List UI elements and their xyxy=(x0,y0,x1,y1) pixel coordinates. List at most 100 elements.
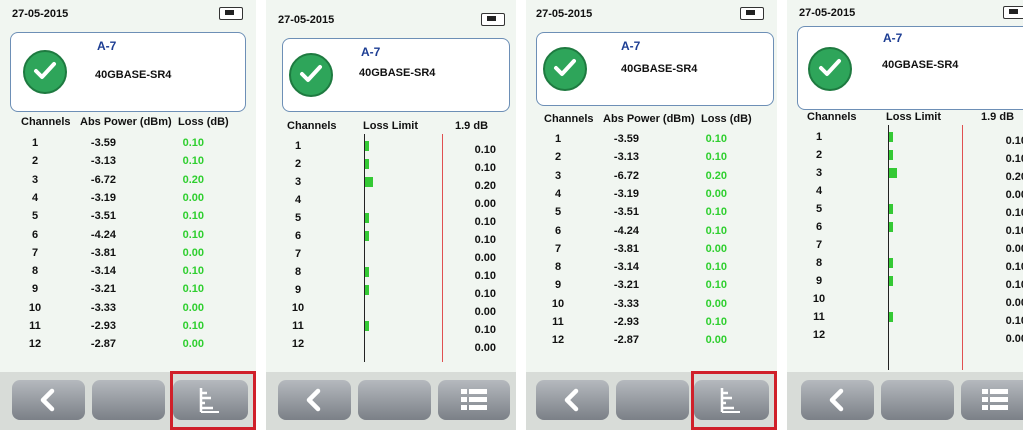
abs-power-value: -4.24 xyxy=(90,228,116,241)
date-label: 27-05-2015 xyxy=(536,8,593,20)
loss-value: 0.10 xyxy=(1005,261,1023,273)
date-label: 27-05-2015 xyxy=(799,7,856,19)
loss-value: 0.10 xyxy=(705,279,727,292)
channel-number: 5 xyxy=(294,212,302,224)
channel-number: 6 xyxy=(554,224,562,237)
channel-number: 4 xyxy=(31,191,39,204)
loss-value: 0.00 xyxy=(474,342,496,354)
col-header-limit-value: 1.9 dB xyxy=(981,111,1015,123)
loss-value: 0.00 xyxy=(705,297,727,310)
screen-table-2: 27-05-2015 A-7 40GBASE-SR4 Channels Abs … xyxy=(526,0,777,430)
loss-value: 0.10 xyxy=(705,206,727,219)
loss-value: 0.10 xyxy=(474,216,496,228)
channel-number: 4 xyxy=(815,185,823,197)
loss-value: 0.00 xyxy=(1005,189,1023,201)
channel-number: 11 xyxy=(29,320,41,332)
loss-value: 0.10 xyxy=(705,316,727,328)
loss-value: 0.10 xyxy=(1005,225,1023,237)
highlight-box xyxy=(170,371,256,430)
loss-value: 0.10 xyxy=(182,283,204,296)
loss-value: 0.10 xyxy=(474,324,496,336)
loss-value: 0.10 xyxy=(182,137,204,149)
loss-value: 0.10 xyxy=(1005,315,1023,327)
loss-bar xyxy=(889,132,893,142)
list-icon xyxy=(982,389,1008,410)
chevron-left-icon xyxy=(829,388,844,412)
channel-number: 6 xyxy=(815,221,823,233)
channel-number: 10 xyxy=(28,301,42,314)
battery-icon xyxy=(219,7,243,20)
back-button[interactable] xyxy=(801,380,874,420)
blank-button[interactable] xyxy=(358,380,431,420)
table-view-button[interactable] xyxy=(438,380,510,420)
loss-bar xyxy=(365,231,370,241)
back-button[interactable] xyxy=(536,380,609,420)
abs-power-value: -3.33 xyxy=(90,301,116,314)
col-header-loss-limit: Loss Limit xyxy=(886,111,942,123)
date-label: 27-05-2015 xyxy=(278,14,335,26)
graph-axis xyxy=(888,125,889,370)
list-icon xyxy=(461,389,487,410)
pass-check-icon xyxy=(23,50,67,94)
loss-value: 0.10 xyxy=(705,224,727,237)
abs-power-value: -3.59 xyxy=(613,133,639,145)
loss-value: 0.20 xyxy=(182,173,204,186)
col-header-loss: Loss (dB) xyxy=(701,113,752,125)
screen-graph-2: 27-05-2015 A-7 40GBASE-SR4 Channels Loss… xyxy=(787,0,1023,430)
battery-icon xyxy=(740,7,764,20)
battery-icon xyxy=(481,13,505,26)
abs-power-value: -6.72 xyxy=(90,173,116,186)
channel-number: 5 xyxy=(815,203,823,215)
loss-bar xyxy=(889,168,897,178)
abs-power-value: -6.72 xyxy=(613,169,639,182)
channel-number: 5 xyxy=(31,210,39,223)
loss-value: 0.10 xyxy=(182,228,204,241)
channel-number: 12 xyxy=(291,338,305,350)
channel-number: 8 xyxy=(815,257,823,269)
result-standard: 40GBASE-SR4 xyxy=(621,63,698,75)
loss-value: 0.00 xyxy=(705,334,727,347)
abs-power-value: -3.21 xyxy=(613,279,639,292)
channel-number: 9 xyxy=(815,275,823,287)
blank-button[interactable] xyxy=(92,380,165,420)
channel-number: 10 xyxy=(812,293,826,305)
loss-bar xyxy=(365,267,370,277)
result-card: A-7 40GBASE-SR4 xyxy=(10,32,246,112)
blank-button[interactable] xyxy=(881,380,954,420)
loss-bar xyxy=(889,258,893,268)
back-button[interactable] xyxy=(12,380,85,420)
loss-value: 0.00 xyxy=(1005,297,1023,309)
col-header-loss-limit: Loss Limit xyxy=(363,120,419,132)
loss-value: 0.00 xyxy=(474,306,496,318)
loss-value: 0.10 xyxy=(705,261,727,274)
result-name: A-7 xyxy=(621,39,641,53)
abs-power-value: -3.13 xyxy=(90,155,116,168)
table-view-button[interactable] xyxy=(961,380,1023,420)
loss-bar xyxy=(365,177,374,187)
abs-power-value: -3.21 xyxy=(90,283,116,296)
channel-number: 8 xyxy=(294,266,302,278)
channel-number: 7 xyxy=(31,246,39,259)
loss-value: 0.20 xyxy=(1005,171,1023,183)
loss-value: 0.00 xyxy=(1005,243,1023,255)
abs-power-value: -3.14 xyxy=(90,265,116,278)
bottom-bar xyxy=(266,372,516,430)
abs-power-value: -3.81 xyxy=(90,246,116,259)
channel-number: 12 xyxy=(812,329,826,341)
abs-power-value: -2.87 xyxy=(613,334,639,347)
loss-bar xyxy=(889,276,893,286)
channel-number: 3 xyxy=(294,176,302,188)
abs-power-value: -3.59 xyxy=(90,137,116,149)
loss-limit-line xyxy=(962,125,963,370)
screen-table-1: 27-05-2015 A-7 40GBASE-SR4 Channels Abs … xyxy=(0,0,256,430)
loss-bar xyxy=(365,141,370,151)
channel-number: 2 xyxy=(554,151,562,164)
channel-number: 1 xyxy=(294,140,302,152)
col-header-channels: Channels xyxy=(21,116,71,128)
loss-value: 0.10 xyxy=(474,162,496,174)
channel-number: 11 xyxy=(813,311,825,323)
back-button[interactable] xyxy=(278,380,351,420)
blank-button[interactable] xyxy=(616,380,689,420)
channel-number: 4 xyxy=(294,194,302,206)
loss-bar xyxy=(365,321,370,331)
